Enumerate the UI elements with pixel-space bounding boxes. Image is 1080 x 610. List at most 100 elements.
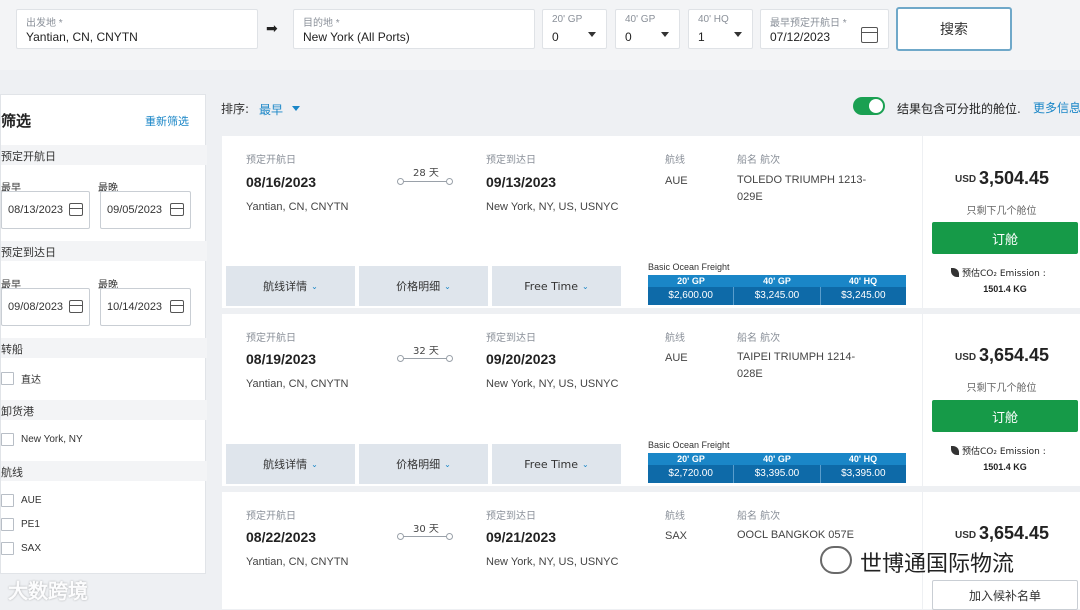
dep-date: 08/19/2023 <box>246 351 317 367</box>
chevron-down-icon <box>661 32 669 37</box>
bof-col: 40' HQ <box>848 454 878 464</box>
origin-field[interactable]: 出发地 * Yantian, CN, CNYTN <box>16 9 258 49</box>
bof-prices: $2,720.00 $3,395.00 $3,395.00 <box>648 465 906 483</box>
gp40-select[interactable]: 40' GP 0 <box>615 9 680 49</box>
arr-earliest-value: 09/08/2023 <box>8 301 64 313</box>
bof-col: 40' GP <box>763 276 791 286</box>
leaf-icon <box>951 446 959 455</box>
waitlist-button[interactable]: 加入候补名单 <box>932 580 1078 610</box>
dep-earliest-input[interactable]: 08/13/2023 <box>1 191 90 229</box>
destination-field[interactable]: 目的地 * New York (All Ports) <box>293 9 535 49</box>
bof-col: 20' GP <box>677 454 705 464</box>
free-time-button[interactable]: Free Time ⌄ <box>492 266 621 306</box>
bof-col: 40' GP <box>763 454 791 464</box>
dep-label: 预定开航日 <box>246 333 296 344</box>
direct-checkbox-row[interactable]: 直达 <box>1 371 41 386</box>
route-option-label: AUE <box>21 495 42 506</box>
route-option-label: SAX <box>21 543 42 554</box>
partial-space-toggle[interactable] <box>853 97 885 115</box>
hq40-label: 40' HQ <box>698 14 729 25</box>
arrow-right-icon: ➡ <box>266 20 278 36</box>
filter-sidebar: 筛选 重新筛选 预定开航日 最早 最晚 08/13/2023 09/05/202… <box>0 94 207 574</box>
bof-header: 20' GP 40' GP 40' HQ <box>648 275 906 287</box>
unload-port-checkbox-row[interactable]: New York, NY <box>1 433 83 446</box>
availability-note: 只剩下几个舱位 <box>966 383 1037 394</box>
departure-date-field[interactable]: 最早预定开航日 * 07/12/2023 <box>760 9 889 49</box>
sort-dropdown[interactable]: 最早 <box>259 101 283 118</box>
checkbox[interactable] <box>1 518 14 531</box>
origin-port: Yantian, CN, CNYTN <box>246 201 349 213</box>
vessel-voyage: OOCL BANGKOK 057E <box>737 529 854 541</box>
price-details-label: 价格明细 <box>396 280 441 293</box>
dep-date: 08/22/2023 <box>246 529 317 545</box>
calendar-icon[interactable] <box>69 300 83 313</box>
bof-price: $2,600.00 <box>648 287 735 305</box>
watermark-left: 大数跨境 <box>8 579 88 603</box>
co2-text: 预估CO₂ Emission : <box>962 447 1046 457</box>
route-checkbox-row[interactable]: PE1 <box>1 518 40 531</box>
gp40-label: 40' GP <box>625 14 656 25</box>
origin-value: Yantian, CN, CNYTN <box>26 30 138 44</box>
book-button[interactable]: 订舱 <box>932 222 1078 254</box>
transit-days: 28 天 <box>413 168 439 179</box>
destination-value: New York (All Ports) <box>303 30 410 44</box>
price-amount: 3,654.45 <box>979 523 1050 543</box>
wechat-icon <box>820 546 852 574</box>
chevron-down-icon <box>588 32 596 37</box>
dep-earliest-value: 08/13/2023 <box>8 204 64 216</box>
route-details-button[interactable]: 航线详情 ⌄ <box>226 266 355 306</box>
checkbox[interactable] <box>1 372 14 385</box>
dep-latest-input[interactable]: 09/05/2023 <box>100 191 191 229</box>
chevron-down-icon: ⌄ <box>582 281 589 291</box>
gp20-select[interactable]: 20' GP 0 <box>542 9 607 49</box>
route-start-dot <box>397 178 404 185</box>
hq40-select[interactable]: 40' HQ 1 <box>688 9 753 49</box>
vessel-label: 船名 航次 <box>737 333 781 344</box>
arr-date: 09/21/2023 <box>486 529 557 545</box>
departure-label: 最早预定开航日 * <box>770 18 847 29</box>
sort-label: 排序: <box>221 102 250 116</box>
arr-latest-input[interactable]: 10/14/2023 <box>100 288 191 326</box>
transship-section-header: 转船 <box>1 338 207 358</box>
calendar-icon[interactable] <box>170 203 184 216</box>
departure-section-header: 预定开航日 <box>1 145 207 165</box>
calendar-icon[interactable] <box>170 300 184 313</box>
price-details-button[interactable]: 价格明细 ⌄ <box>359 266 488 306</box>
filter-title: 筛选 <box>1 112 32 130</box>
route-end-dot <box>446 355 453 362</box>
arr-label: 预定到达日 <box>486 511 536 522</box>
origin-port: Yantian, CN, CNYTN <box>246 556 349 568</box>
unload-port-label: New York, NY <box>21 434 83 445</box>
checkbox[interactable] <box>1 542 14 555</box>
route-checkbox-row[interactable]: SAX <box>1 542 41 555</box>
more-info-link[interactable]: 更多信息 <box>1033 99 1080 116</box>
arr-latest-value: 10/14/2023 <box>107 301 163 313</box>
vessel-voyage: TOLEDO TRIUMPH 1213-029E <box>737 174 867 203</box>
dep-date: 08/16/2023 <box>246 174 317 190</box>
leaf-icon <box>951 268 959 277</box>
destination-port: New York, NY, US, USNYC <box>486 201 619 213</box>
watermark-right: 世博通国际物流 <box>860 552 1015 577</box>
checkbox[interactable] <box>1 433 14 446</box>
checkbox[interactable] <box>1 494 14 507</box>
bof-price: $2,720.00 <box>648 465 735 483</box>
book-button[interactable]: 订舱 <box>932 400 1078 432</box>
free-time-button[interactable]: Free Time ⌄ <box>492 444 621 484</box>
availability-note: 只剩下几个舱位 <box>966 206 1037 217</box>
route-checkbox-row[interactable]: AUE <box>1 494 42 507</box>
transit-days: 30 天 <box>413 524 439 535</box>
calendar-icon[interactable] <box>69 203 83 216</box>
search-button[interactable]: 搜索 <box>896 7 1012 51</box>
price-details-button[interactable]: 价格明细 ⌄ <box>359 444 488 484</box>
route-details-button[interactable]: 航线详情 ⌄ <box>226 444 355 484</box>
destination-port: New York, NY, US, USNYC <box>486 378 619 390</box>
arr-earliest-input[interactable]: 09/08/2023 <box>1 288 90 326</box>
arr-date: 09/13/2023 <box>486 174 557 190</box>
route-details-label: 航线详情 <box>263 280 308 293</box>
route-code: AUE <box>665 175 688 187</box>
chevron-down-icon[interactable] <box>292 106 300 111</box>
dep-label: 预定开航日 <box>246 511 296 522</box>
gp20-value: 0 <box>552 30 559 44</box>
reset-filters-link[interactable]: 重新筛选 <box>145 113 189 129</box>
calendar-icon[interactable] <box>861 27 878 43</box>
